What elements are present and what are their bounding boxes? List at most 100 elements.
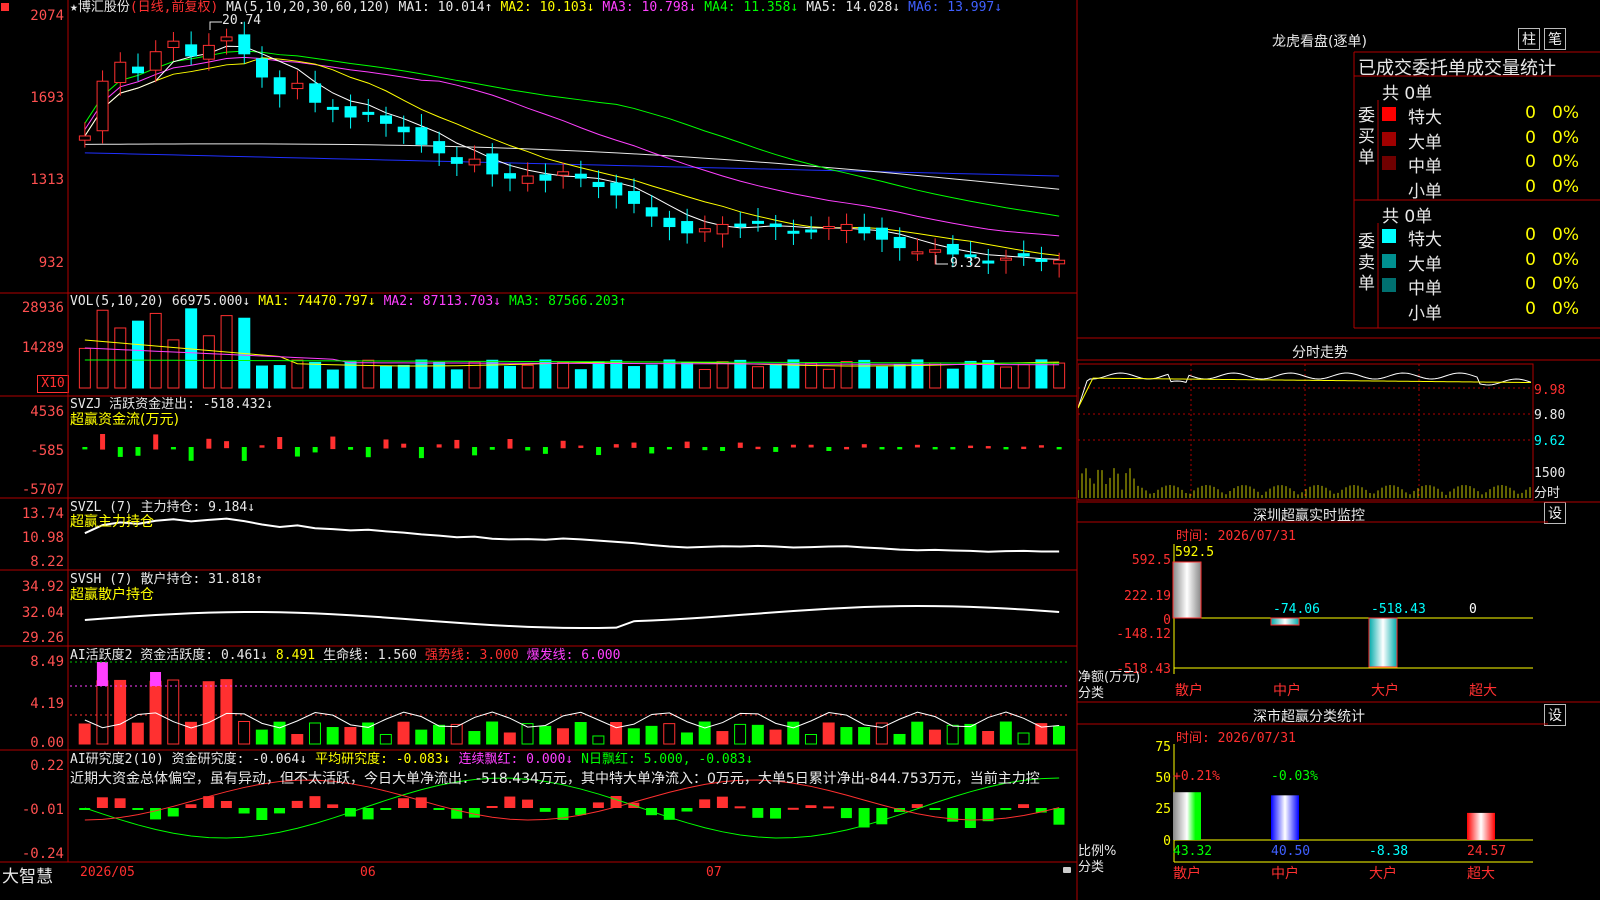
chart-mode[interactable]: (日线,前复权) — [130, 0, 218, 15]
candle-body — [698, 228, 711, 233]
fund-flow-bar — [790, 444, 796, 448]
candle-body — [167, 40, 180, 48]
category-label: 中户 — [1271, 865, 1299, 882]
svzj-header: SVZJ 活跃资金进出: -518.432↓ — [70, 397, 281, 413]
header-value: 生命线: 1.560 — [323, 648, 417, 663]
fund-flow-bar — [720, 447, 726, 451]
volume-bar — [344, 361, 357, 389]
research-bar — [1000, 808, 1012, 810]
fund-flow-bar — [277, 437, 283, 449]
burst-marker — [96, 662, 108, 686]
intraday-price-high: 9.98 — [1534, 383, 1566, 398]
ma4-line — [84, 50, 1060, 217]
candle-body — [946, 243, 959, 255]
activity-bar — [1017, 732, 1030, 745]
intraday-chart[interactable] — [1078, 338, 1600, 502]
volume-bar — [769, 364, 782, 389]
tick-view-button[interactable]: 笔 — [1544, 28, 1566, 50]
candle-body — [787, 230, 800, 234]
header-value: VOL(5,10,20) — [70, 294, 164, 309]
activity-bar — [680, 732, 693, 745]
left-chart-area[interactable]: ★博汇股份(日线,前复权) MA(5,10,20,30,60,120) MA1: … — [0, 0, 1077, 900]
y-axis-label: -585 — [30, 443, 64, 459]
activity-bar — [415, 729, 428, 745]
y-axis-label: 0.00 — [30, 735, 64, 751]
color-swatch — [1382, 131, 1396, 146]
intraday-vol-label: 1500 — [1534, 466, 1566, 481]
volume-bar — [362, 359, 375, 389]
volume-bar — [645, 364, 658, 389]
candle-body — [574, 173, 587, 179]
vol-header: VOL(5,10,20) 66975.000↓ MA1: 74470.797↓ MA2… — [70, 294, 634, 310]
candle-body — [752, 220, 764, 224]
candle-body — [362, 111, 375, 115]
volume-bar — [450, 369, 463, 389]
fund-flow-bar — [649, 447, 655, 454]
bar-view-button[interactable]: 柱 — [1518, 28, 1540, 50]
longhu-title: 龙虎看盘(逐单) — [1272, 34, 1367, 50]
research-bar — [238, 808, 250, 814]
candle-body — [716, 223, 729, 235]
intraday-avg-line — [1078, 377, 1532, 409]
candle-body — [96, 80, 109, 132]
candle-body — [521, 175, 534, 184]
fund-flow-bar — [950, 447, 956, 450]
activity-bar — [202, 681, 215, 745]
candle-body — [309, 83, 322, 103]
order-count: 0 — [1525, 274, 1536, 294]
fund-flow-bar — [383, 439, 389, 449]
svsh-header: SVSH (7) 散户持仓: 31.818↑ — [70, 572, 271, 588]
candle-body — [78, 135, 91, 141]
fund-flow-bar — [985, 446, 991, 449]
research-bar — [398, 798, 410, 808]
candle-body — [291, 82, 304, 90]
vol-y-axis: 28936 14289 4536 -585 -5707 13.74 10.98 8.22 34.… — [0, 0, 64, 900]
order-size-label: 小单 — [1408, 303, 1442, 324]
activity-bar — [184, 721, 197, 745]
candle-body — [273, 77, 286, 95]
research-bar — [699, 799, 711, 808]
fund-flow-bar — [1056, 447, 1062, 450]
color-swatch — [1382, 180, 1396, 195]
activity-bar — [397, 721, 410, 745]
volume-bar — [202, 335, 215, 389]
sell-orders-label: 委卖单 — [1358, 232, 1375, 294]
y-axis-label: 14289 — [21, 340, 64, 356]
activity-bar — [273, 721, 286, 745]
lock-icon[interactable] — [1063, 867, 1071, 873]
volume-bar — [1035, 359, 1048, 389]
header-value: MA3: 87566.203↑ — [509, 294, 627, 309]
y-axis-label: 4.19 — [30, 696, 64, 712]
header-value: MA5: 14.028↓ — [806, 0, 901, 15]
star-icon[interactable]: ★ — [70, 0, 78, 15]
research-bar — [132, 808, 144, 810]
order-row: 大单 0 0% — [1382, 127, 1600, 153]
category-bar — [1467, 812, 1495, 840]
intraday-panel[interactable]: 分时走势 9.98 9.80 9.62 1500 分时 — [1078, 338, 1600, 502]
ai-research-header: AI研究度2(10) 资金研究度: -0.064↓ 平均研究度: -0.083↓ 连… — [70, 752, 761, 768]
activity-bar — [982, 731, 995, 745]
research-bar — [964, 808, 976, 828]
fund-flow-bar — [861, 444, 867, 448]
order-percent: 0% — [1552, 127, 1579, 148]
header-value: 连续飘红: 0.000↓ — [458, 752, 574, 767]
candle-body — [397, 126, 410, 133]
sz-category-chart: 75 50 25 0 +0.21% 43.32 散户 -0.03% 40.50 中户 -8.38 大户… — [1155, 740, 1533, 882]
low-price-label: 9.32 — [950, 256, 982, 271]
header-value: 66975.000↓ — [171, 294, 251, 309]
activity-bar — [645, 725, 658, 745]
low-pointer — [935, 255, 948, 265]
research-bar — [716, 796, 728, 808]
research-bar — [805, 805, 817, 808]
activity-bar — [840, 727, 853, 745]
y-axis-label: 13.74 — [21, 506, 64, 522]
activity-bar — [308, 722, 321, 745]
color-swatch — [1382, 253, 1396, 268]
volume-bar — [681, 362, 694, 389]
sz-category-x-title: 分类 — [1078, 860, 1105, 875]
order-percent: 0% — [1552, 103, 1579, 123]
y-axis-label: 8.49 — [30, 654, 64, 670]
volume-bar — [397, 364, 410, 389]
candle-body — [681, 221, 694, 234]
ma6-line — [84, 152, 1060, 177]
